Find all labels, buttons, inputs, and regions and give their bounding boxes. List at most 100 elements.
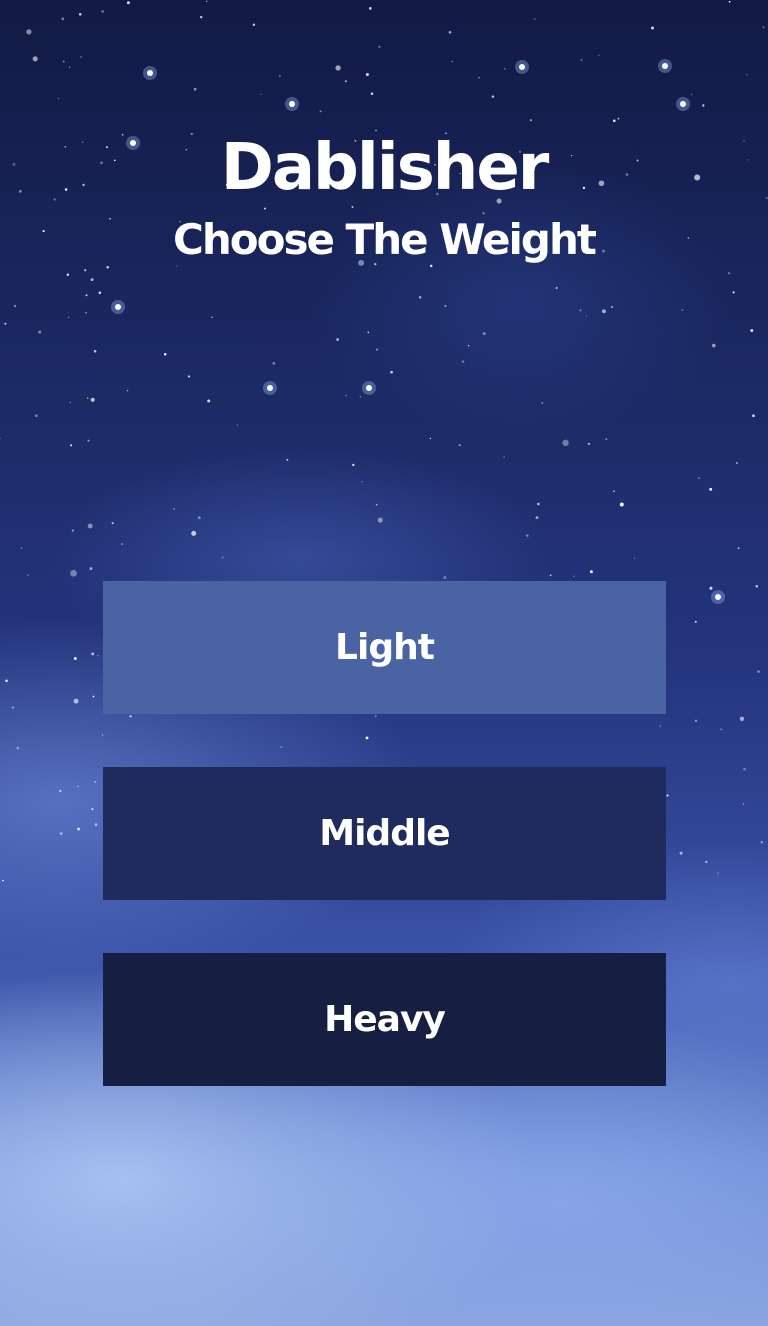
- weight-option-label: Light: [335, 627, 435, 668]
- star: [705, 860, 708, 864]
- weight-option-heavy-button[interactable]: Heavy: [103, 953, 666, 1086]
- app-title: Dablisher: [220, 131, 550, 205]
- star: [378, 45, 381, 48]
- star: [579, 309, 582, 312]
- star: [549, 574, 552, 577]
- star: [5, 679, 8, 682]
- star: [197, 516, 201, 520]
- star: [361, 481, 363, 483]
- star: [365, 73, 369, 76]
- star: [737, 547, 740, 550]
- star: [76, 785, 79, 788]
- star: [617, 117, 620, 120]
- star: [0, 437, 1, 440]
- star: [727, 272, 731, 275]
- star: [467, 345, 470, 347]
- star: [91, 652, 95, 656]
- star: [78, 13, 82, 16]
- star: [91, 808, 94, 811]
- star: [62, 60, 65, 63]
- star: [666, 794, 669, 797]
- bright-star: [680, 101, 686, 107]
- star: [458, 444, 461, 447]
- star: [451, 60, 453, 63]
- weight-option-middle-button[interactable]: Middle: [103, 767, 666, 900]
- star: [619, 502, 624, 507]
- star: [461, 360, 465, 363]
- star: [587, 442, 590, 445]
- star: [260, 93, 262, 96]
- bright-star: [267, 385, 273, 391]
- bright-star: [289, 101, 295, 107]
- star: [580, 59, 583, 61]
- star: [280, 746, 283, 748]
- star: [92, 695, 95, 698]
- star: [70, 569, 77, 577]
- star: [589, 570, 593, 574]
- star: [111, 522, 114, 525]
- star: [374, 715, 377, 718]
- star: [187, 375, 191, 378]
- star: [694, 719, 698, 722]
- star: [370, 92, 374, 95]
- star: [90, 278, 94, 282]
- star: [199, 15, 203, 19]
- star: [90, 397, 95, 402]
- star: [429, 437, 432, 440]
- star: [94, 823, 98, 826]
- star: [659, 725, 661, 727]
- star: [67, 316, 70, 319]
- star: [690, 93, 693, 96]
- star: [80, 56, 82, 58]
- star: [205, 0, 208, 3]
- star: [418, 296, 422, 299]
- star: [102, 734, 104, 736]
- star: [612, 119, 616, 123]
- star: [73, 657, 77, 660]
- star: [598, 54, 600, 57]
- star: [20, 547, 23, 550]
- star: [375, 503, 378, 506]
- star: [694, 620, 697, 623]
- star: [755, 585, 759, 588]
- star: [94, 780, 97, 783]
- star: [702, 104, 705, 107]
- weight-option-light-button[interactable]: Light: [103, 581, 666, 714]
- star: [651, 26, 654, 30]
- star: [365, 736, 369, 740]
- bright-star: [366, 385, 372, 391]
- star: [221, 556, 224, 559]
- star: [13, 304, 17, 308]
- star: [750, 329, 754, 332]
- star: [541, 402, 544, 404]
- star: [760, 841, 763, 844]
- star: [555, 286, 558, 290]
- star: [35, 414, 38, 418]
- star: [126, 389, 129, 392]
- star: [85, 294, 88, 297]
- star: [16, 746, 20, 750]
- star: [562, 439, 569, 447]
- star: [2, 879, 4, 882]
- star: [709, 586, 713, 590]
- star: [344, 80, 347, 83]
- star: [679, 851, 683, 855]
- star: [368, 7, 372, 10]
- star: [69, 402, 71, 404]
- star: [613, 490, 615, 493]
- star: [163, 352, 167, 356]
- star: [26, 29, 32, 35]
- star: [752, 414, 755, 418]
- star: [319, 110, 322, 113]
- star: [193, 87, 197, 91]
- star: [207, 399, 211, 403]
- star: [757, 670, 760, 673]
- star: [126, 1, 130, 5]
- star: [735, 462, 738, 464]
- star: [66, 273, 70, 276]
- star: [491, 95, 495, 98]
- bright-star: [519, 64, 525, 70]
- star: [478, 77, 480, 79]
- star: [101, 10, 105, 13]
- star: [742, 803, 745, 805]
